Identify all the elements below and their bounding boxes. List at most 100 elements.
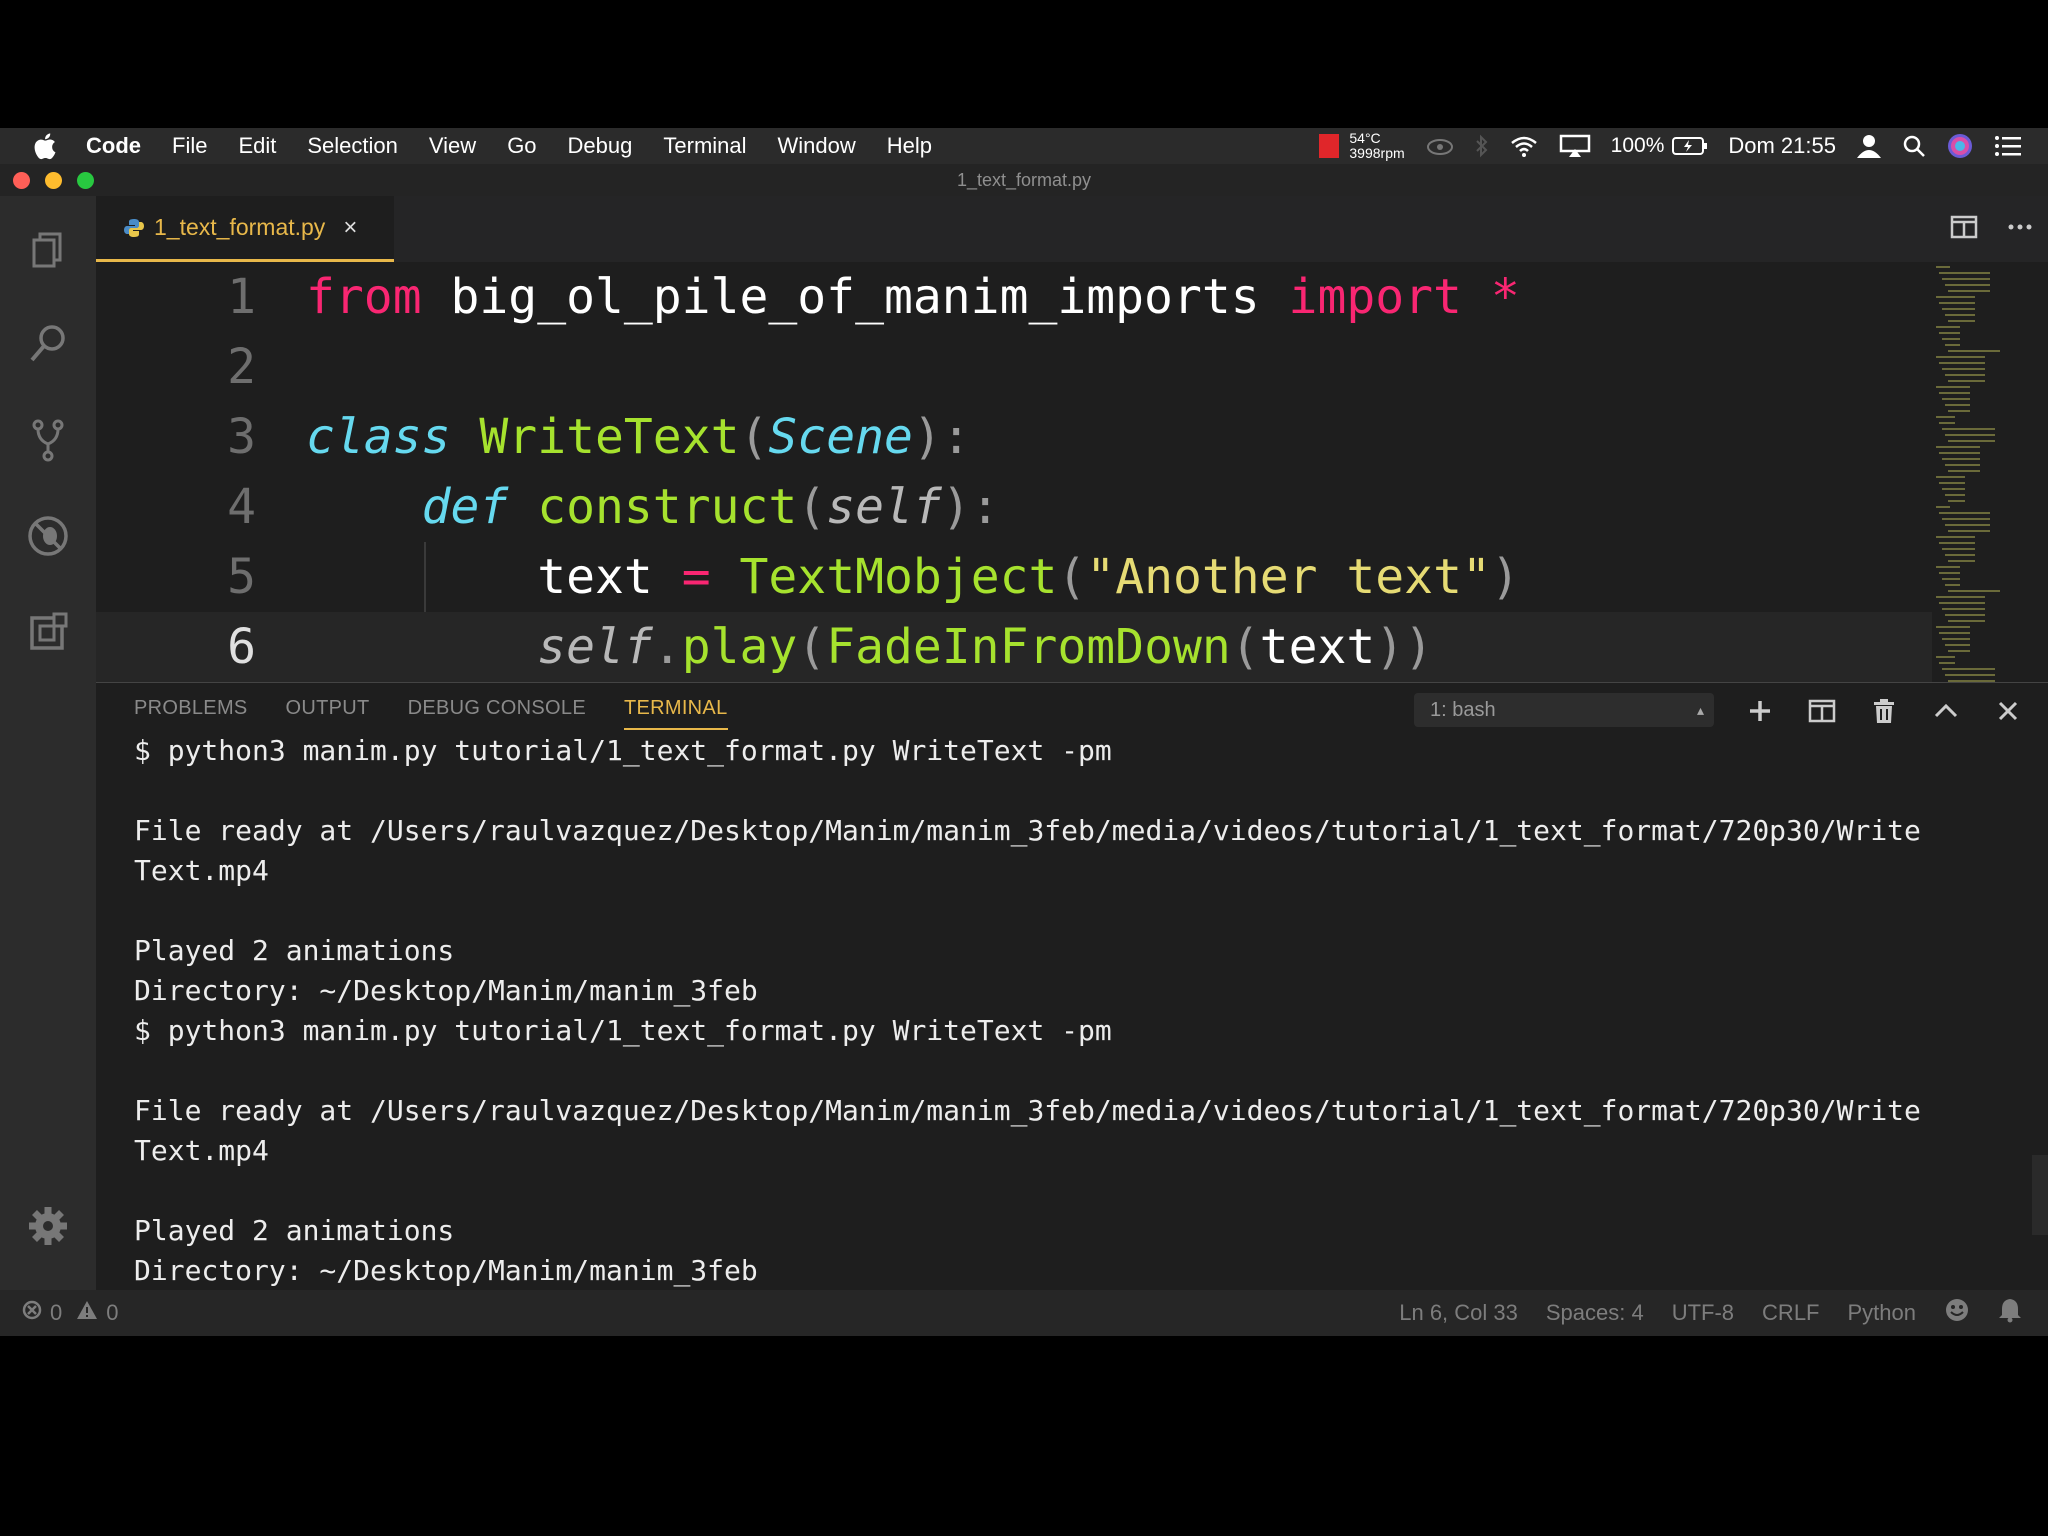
menu-edit[interactable]: Edit [238,133,276,159]
code-editor[interactable]: 1 from big_ol_pile_of_manim_imports impor… [96,262,1932,682]
minimap-line [1945,614,1985,616]
encoding[interactable]: UTF-8 [1672,1300,1734,1326]
language-mode[interactable]: Python [1848,1300,1917,1326]
temperature-icon[interactable] [1319,134,1340,158]
menu-terminal[interactable]: Terminal [663,133,746,159]
apple-icon[interactable] [30,131,60,161]
tab-debug-console[interactable]: DEBUG CONSOLE [408,697,586,730]
cursor-position[interactable]: Ln 6, Col 33 [1399,1300,1518,1326]
code-line[interactable]: 4 def construct(self): [96,472,1932,542]
minimap-line [1939,572,1960,574]
minimap-line [1945,404,1970,406]
search-icon[interactable] [20,316,76,372]
debug-icon[interactable] [20,508,76,564]
wifi-icon[interactable] [1509,134,1539,158]
battery-icon[interactable] [1672,136,1708,156]
menu-window[interactable]: Window [778,133,856,159]
status-problems[interactable]: 0 0 [22,1290,119,1336]
terminal-line: File ready at /Users/raulvazquez/Desktop… [134,1094,1921,1127]
tab-problems[interactable]: PROBLEMS [134,697,248,730]
bluetooth-icon[interactable] [1475,134,1489,158]
extensions-icon[interactable] [20,604,76,660]
minimap-line [1942,488,1965,490]
minimap-line [1936,626,1970,628]
minimap-line [1942,398,1970,400]
notifications-bell-icon[interactable] [1998,1297,2022,1329]
minimap[interactable] [1932,262,2048,682]
minimap-line [1948,380,1985,382]
minimap-line [1939,482,1965,484]
line-text: def construct(self): [306,472,1000,542]
minimap-line [1945,584,1960,586]
more-actions-icon[interactable] [2006,214,2034,245]
maximize-panel-icon[interactable] [1928,695,1964,727]
new-terminal-icon[interactable] [1742,695,1778,727]
menu-view[interactable]: View [429,133,476,159]
code-line[interactable]: 1 from big_ol_pile_of_manim_imports impor… [96,262,1932,332]
code-line[interactable]: 5 text = TextMobject("Another text") [96,542,1932,612]
feedback-smiley-icon[interactable] [1944,1297,1970,1329]
minimap-line [1948,590,2000,592]
code-token: self [826,479,942,535]
trash-icon[interactable] [1866,695,1902,727]
source-control-icon[interactable] [20,412,76,468]
code-line[interactable]: 2 [96,332,1932,402]
menubar-clock[interactable]: Dom 21:55 [1728,133,1836,159]
terminal-line: $ python3 manim.py tutorial/1_text_forma… [134,1014,1112,1047]
menu-selection[interactable]: Selection [307,133,398,159]
explorer-icon[interactable] [20,222,76,278]
end-of-line[interactable]: CRLF [1762,1300,1819,1326]
airplay-icon[interactable] [1559,134,1591,158]
cloud-icon[interactable] [1425,135,1455,157]
code-token: . [652,619,682,675]
line-number: 1 [227,269,256,325]
terminal-select-value: 1: bash [1430,699,1496,721]
terminal-line: Text.mp4 [134,854,269,887]
minimap-line [1945,494,1965,496]
terminal-line: $ python3 manim.py tutorial/1_text_forma… [134,734,1112,767]
close-tab-icon[interactable]: × [343,214,357,242]
minimap-line [1936,536,1975,538]
tab-output[interactable]: OUTPUT [286,697,370,730]
activity-bar [0,196,96,1290]
menu-help[interactable]: Help [887,133,932,159]
window-titlebar: 1_text_format.py [0,164,2048,196]
tab-terminal[interactable]: TERMINAL [623,697,728,730]
notification-center-icon[interactable] [1994,135,2022,157]
split-editor-icon[interactable] [1950,214,1978,245]
split-terminal-icon[interactable] [1804,695,1840,727]
code-line[interactable]: 3 class WriteText(Scene): [96,402,1932,472]
editor-tab-label: 1_text_format.py [154,214,326,240]
user-icon[interactable] [1856,134,1882,158]
minimap-line [1936,386,1970,388]
minimap-line [1936,596,1985,598]
code-token: WriteText [479,409,740,465]
error-count: 0 [50,1300,63,1325]
minimap-line [1945,284,1990,286]
terminal-output[interactable]: $ python3 manim.py tutorial/1_text_forma… [134,731,2014,1331]
minimap-line [1939,512,1990,514]
menu-app-name[interactable]: Code [86,133,141,159]
minimap-line [1945,644,1970,646]
gear-icon[interactable] [20,1198,76,1254]
minimap-line [1945,674,1995,676]
terminal-scrollbar[interactable] [2032,1155,2048,1235]
minimap-line [1939,362,1985,364]
siri-icon[interactable] [1946,132,1974,160]
menu-go[interactable]: Go [507,133,536,159]
close-panel-icon[interactable] [1990,695,2026,727]
indentation[interactable]: Spaces: 4 [1546,1300,1644,1326]
menu-debug[interactable]: Debug [568,133,633,159]
minimap-line [1942,638,1970,640]
code-token: big_ol_pile_of_manim_imports [421,269,1289,325]
editor-tab-1_text_format[interactable]: 1_text_format.py × [96,196,394,262]
minimap-line [1942,518,1990,520]
code-line[interactable]: 6 self.play(FadeInFromDown(text)) [96,612,1932,682]
minimap-line [1939,662,1955,664]
spotlight-icon[interactable] [1902,134,1926,158]
menu-file[interactable]: File [172,133,207,159]
terminal-select[interactable]: 1: bash ▴ [1414,693,1714,727]
